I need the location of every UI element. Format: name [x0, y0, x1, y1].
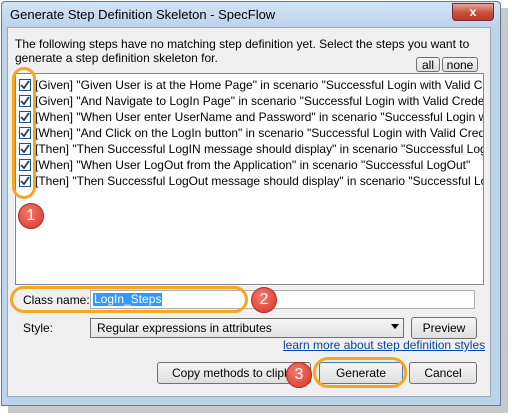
select-all-button[interactable]: all — [416, 57, 440, 72]
step-label: [Given] "And Navigate to LogIn Page" in … — [35, 94, 484, 108]
step-definition-styles-link[interactable]: learn more about step definition styles — [283, 338, 485, 352]
style-label: Style: — [23, 321, 54, 335]
annotation-badge-1: 1 — [18, 203, 44, 229]
step-label: [When] "When User enter UserName and Pas… — [35, 110, 484, 124]
cancel-button[interactable]: Cancel — [409, 362, 477, 384]
step-item[interactable]: [When] "When User enter UserName and Pas… — [19, 109, 484, 125]
step-item[interactable]: [When] "When User LogOut from the Applic… — [19, 157, 470, 173]
close-button[interactable]: x — [452, 3, 494, 21]
window-title: Generate Step Definition Skeleton - Spec… — [10, 7, 276, 22]
step-label: [Then] "Then Successful LogOut message s… — [35, 174, 484, 188]
select-none-button[interactable]: none — [442, 57, 478, 72]
instructions-text: The following steps have no matching ste… — [15, 37, 470, 65]
chevron-down-icon — [391, 324, 399, 329]
class-name-callout-outline — [10, 286, 248, 313]
title-bar[interactable]: Generate Step Definition Skeleton - Spec… — [2, 2, 500, 28]
style-dropdown[interactable]: Regular expressions in attributes — [90, 318, 404, 338]
step-item[interactable]: [Then] "Then Successful LogOut message s… — [19, 173, 484, 189]
annotation-badge-2: 2 — [251, 287, 277, 313]
step-label: [Then] "Then Successful LogIN message sh… — [35, 142, 484, 156]
generate-callout-outline — [313, 357, 407, 388]
preview-button[interactable]: Preview — [411, 317, 477, 339]
annotation-badge-3: 3 — [286, 362, 312, 388]
close-icon: x — [469, 5, 477, 19]
step-label: [Given] "Given User is at the Home Page"… — [35, 78, 484, 92]
step-label: [When] "And Click on the LogIn button" i… — [35, 126, 484, 140]
step-item[interactable]: [Then] "Then Successful LogIN message sh… — [19, 141, 484, 157]
step-item[interactable]: [Given] "Given User is at the Home Page"… — [19, 77, 484, 93]
step-item[interactable]: [Given] "And Navigate to LogIn Page" in … — [19, 93, 484, 109]
step-item[interactable]: [When] "And Click on the LogIn button" i… — [19, 125, 484, 141]
steps-listbox[interactable]: [Given] "Given User is at the Home Page"… — [15, 73, 484, 285]
style-dropdown-value: Regular expressions in attributes — [97, 321, 272, 335]
checkbox-callout-outline — [12, 67, 36, 199]
step-label: [When] "When User LogOut from the Applic… — [35, 158, 471, 172]
